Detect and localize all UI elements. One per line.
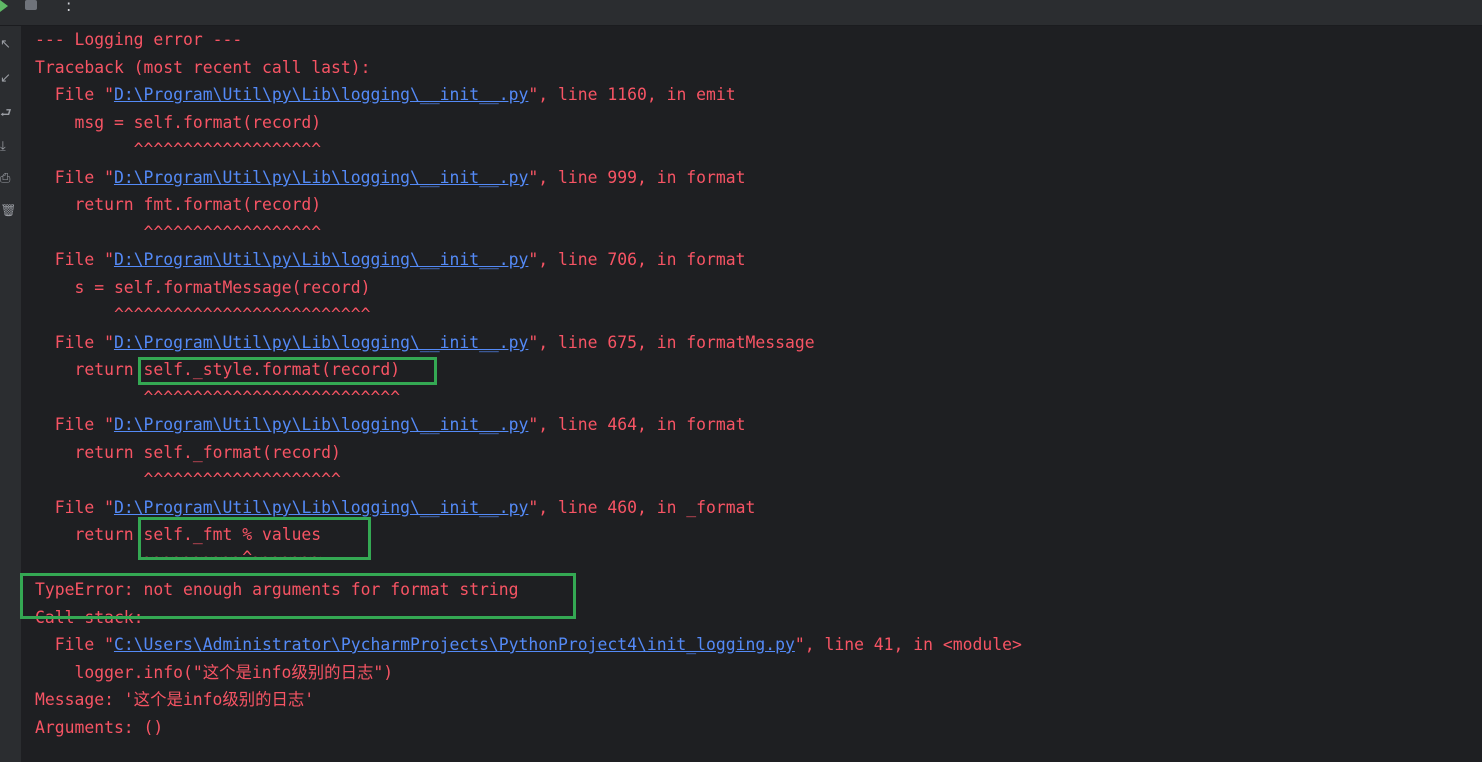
console-line: Message: '这个是info级别的日志' bbox=[35, 690, 315, 709]
console-toolbar: : bbox=[0, 0, 1482, 26]
down-arrow-icon[interactable]: ↙ bbox=[0, 72, 14, 86]
traceback-file-line: File "D:\Program\Util\py\Lib\logging\__i… bbox=[35, 85, 736, 104]
traceback-file-line: File "D:\Program\Util\py\Lib\logging\__i… bbox=[35, 333, 815, 352]
console-line: ~~~~~~~~~~^~~~~~~~ bbox=[35, 548, 322, 567]
console-line: return self._fmt % values bbox=[35, 525, 322, 544]
console-line: Call stack: bbox=[35, 608, 144, 627]
console-output[interactable]: --- Logging error --- Traceback (most re… bbox=[21, 26, 1482, 762]
console-line: ^^^^^^^^^^^^^^^^^^^ bbox=[35, 140, 322, 159]
trash-icon[interactable]: 🗑 bbox=[0, 204, 14, 218]
console-line: logger.info("这个是info级别的日志") bbox=[35, 663, 394, 682]
traceback-file-line: File "D:\Program\Util\py\Lib\logging\__i… bbox=[35, 415, 746, 434]
more-options-icon[interactable]: : bbox=[66, 0, 71, 16]
scroll-to-end-icon[interactable]: ⤓ bbox=[0, 140, 14, 154]
file-link[interactable]: D:\Program\Util\py\Lib\logging\__init__.… bbox=[114, 168, 528, 187]
traceback-file-line: File "C:\Users\Administrator\PycharmProj… bbox=[35, 635, 1022, 654]
console-line: ^^^^^^^^^^^^^^^^^^^^^^^^^^ bbox=[35, 305, 371, 324]
stop-icon[interactable] bbox=[25, 0, 37, 10]
traceback-file-line: File "D:\Program\Util\py\Lib\logging\__i… bbox=[35, 168, 746, 187]
console-line: ^^^^^^^^^^^^^^^^^^ bbox=[35, 223, 322, 242]
console-side-toolbar: ↖ ↙ ⮐ ⤓ ⎙ 🗑 bbox=[0, 26, 21, 762]
console-line: Traceback (most recent call last): bbox=[35, 58, 371, 77]
up-arrow-icon[interactable]: ↖ bbox=[0, 38, 14, 52]
console-line: Arguments: () bbox=[35, 718, 164, 737]
traceback-file-line: File "D:\Program\Util\py\Lib\logging\__i… bbox=[35, 498, 756, 517]
print-icon[interactable]: ⎙ bbox=[0, 172, 14, 186]
file-link[interactable]: D:\Program\Util\py\Lib\logging\__init__.… bbox=[114, 250, 528, 269]
file-link[interactable]: C:\Users\Administrator\PycharmProjects\P… bbox=[114, 635, 795, 654]
console-line: msg = self.format(record) bbox=[35, 113, 322, 132]
soft-wrap-icon[interactable]: ⮐ bbox=[0, 107, 14, 121]
traceback-file-line: File "D:\Program\Util\py\Lib\logging\__i… bbox=[35, 250, 746, 269]
console-line: return self._style.format(record) bbox=[35, 360, 401, 379]
console-line: return fmt.format(record) bbox=[35, 195, 322, 214]
console-line: s = self.formatMessage(record) bbox=[35, 278, 371, 297]
file-link[interactable]: D:\Program\Util\py\Lib\logging\__init__.… bbox=[114, 415, 528, 434]
console-line: ^^^^^^^^^^^^^^^^^^^^^^^^^^ bbox=[35, 388, 401, 407]
run-icon[interactable] bbox=[0, 0, 8, 12]
error-message-line: TypeError: not enough arguments for form… bbox=[35, 580, 519, 599]
file-link[interactable]: D:\Program\Util\py\Lib\logging\__init__.… bbox=[114, 85, 528, 104]
console-line: ^^^^^^^^^^^^^^^^^^^^ bbox=[35, 470, 341, 489]
console-line: --- Logging error --- bbox=[35, 30, 243, 49]
file-link[interactable]: D:\Program\Util\py\Lib\logging\__init__.… bbox=[114, 498, 528, 517]
file-link[interactable]: D:\Program\Util\py\Lib\logging\__init__.… bbox=[114, 333, 528, 352]
console-line: return self._format(record) bbox=[35, 443, 341, 462]
